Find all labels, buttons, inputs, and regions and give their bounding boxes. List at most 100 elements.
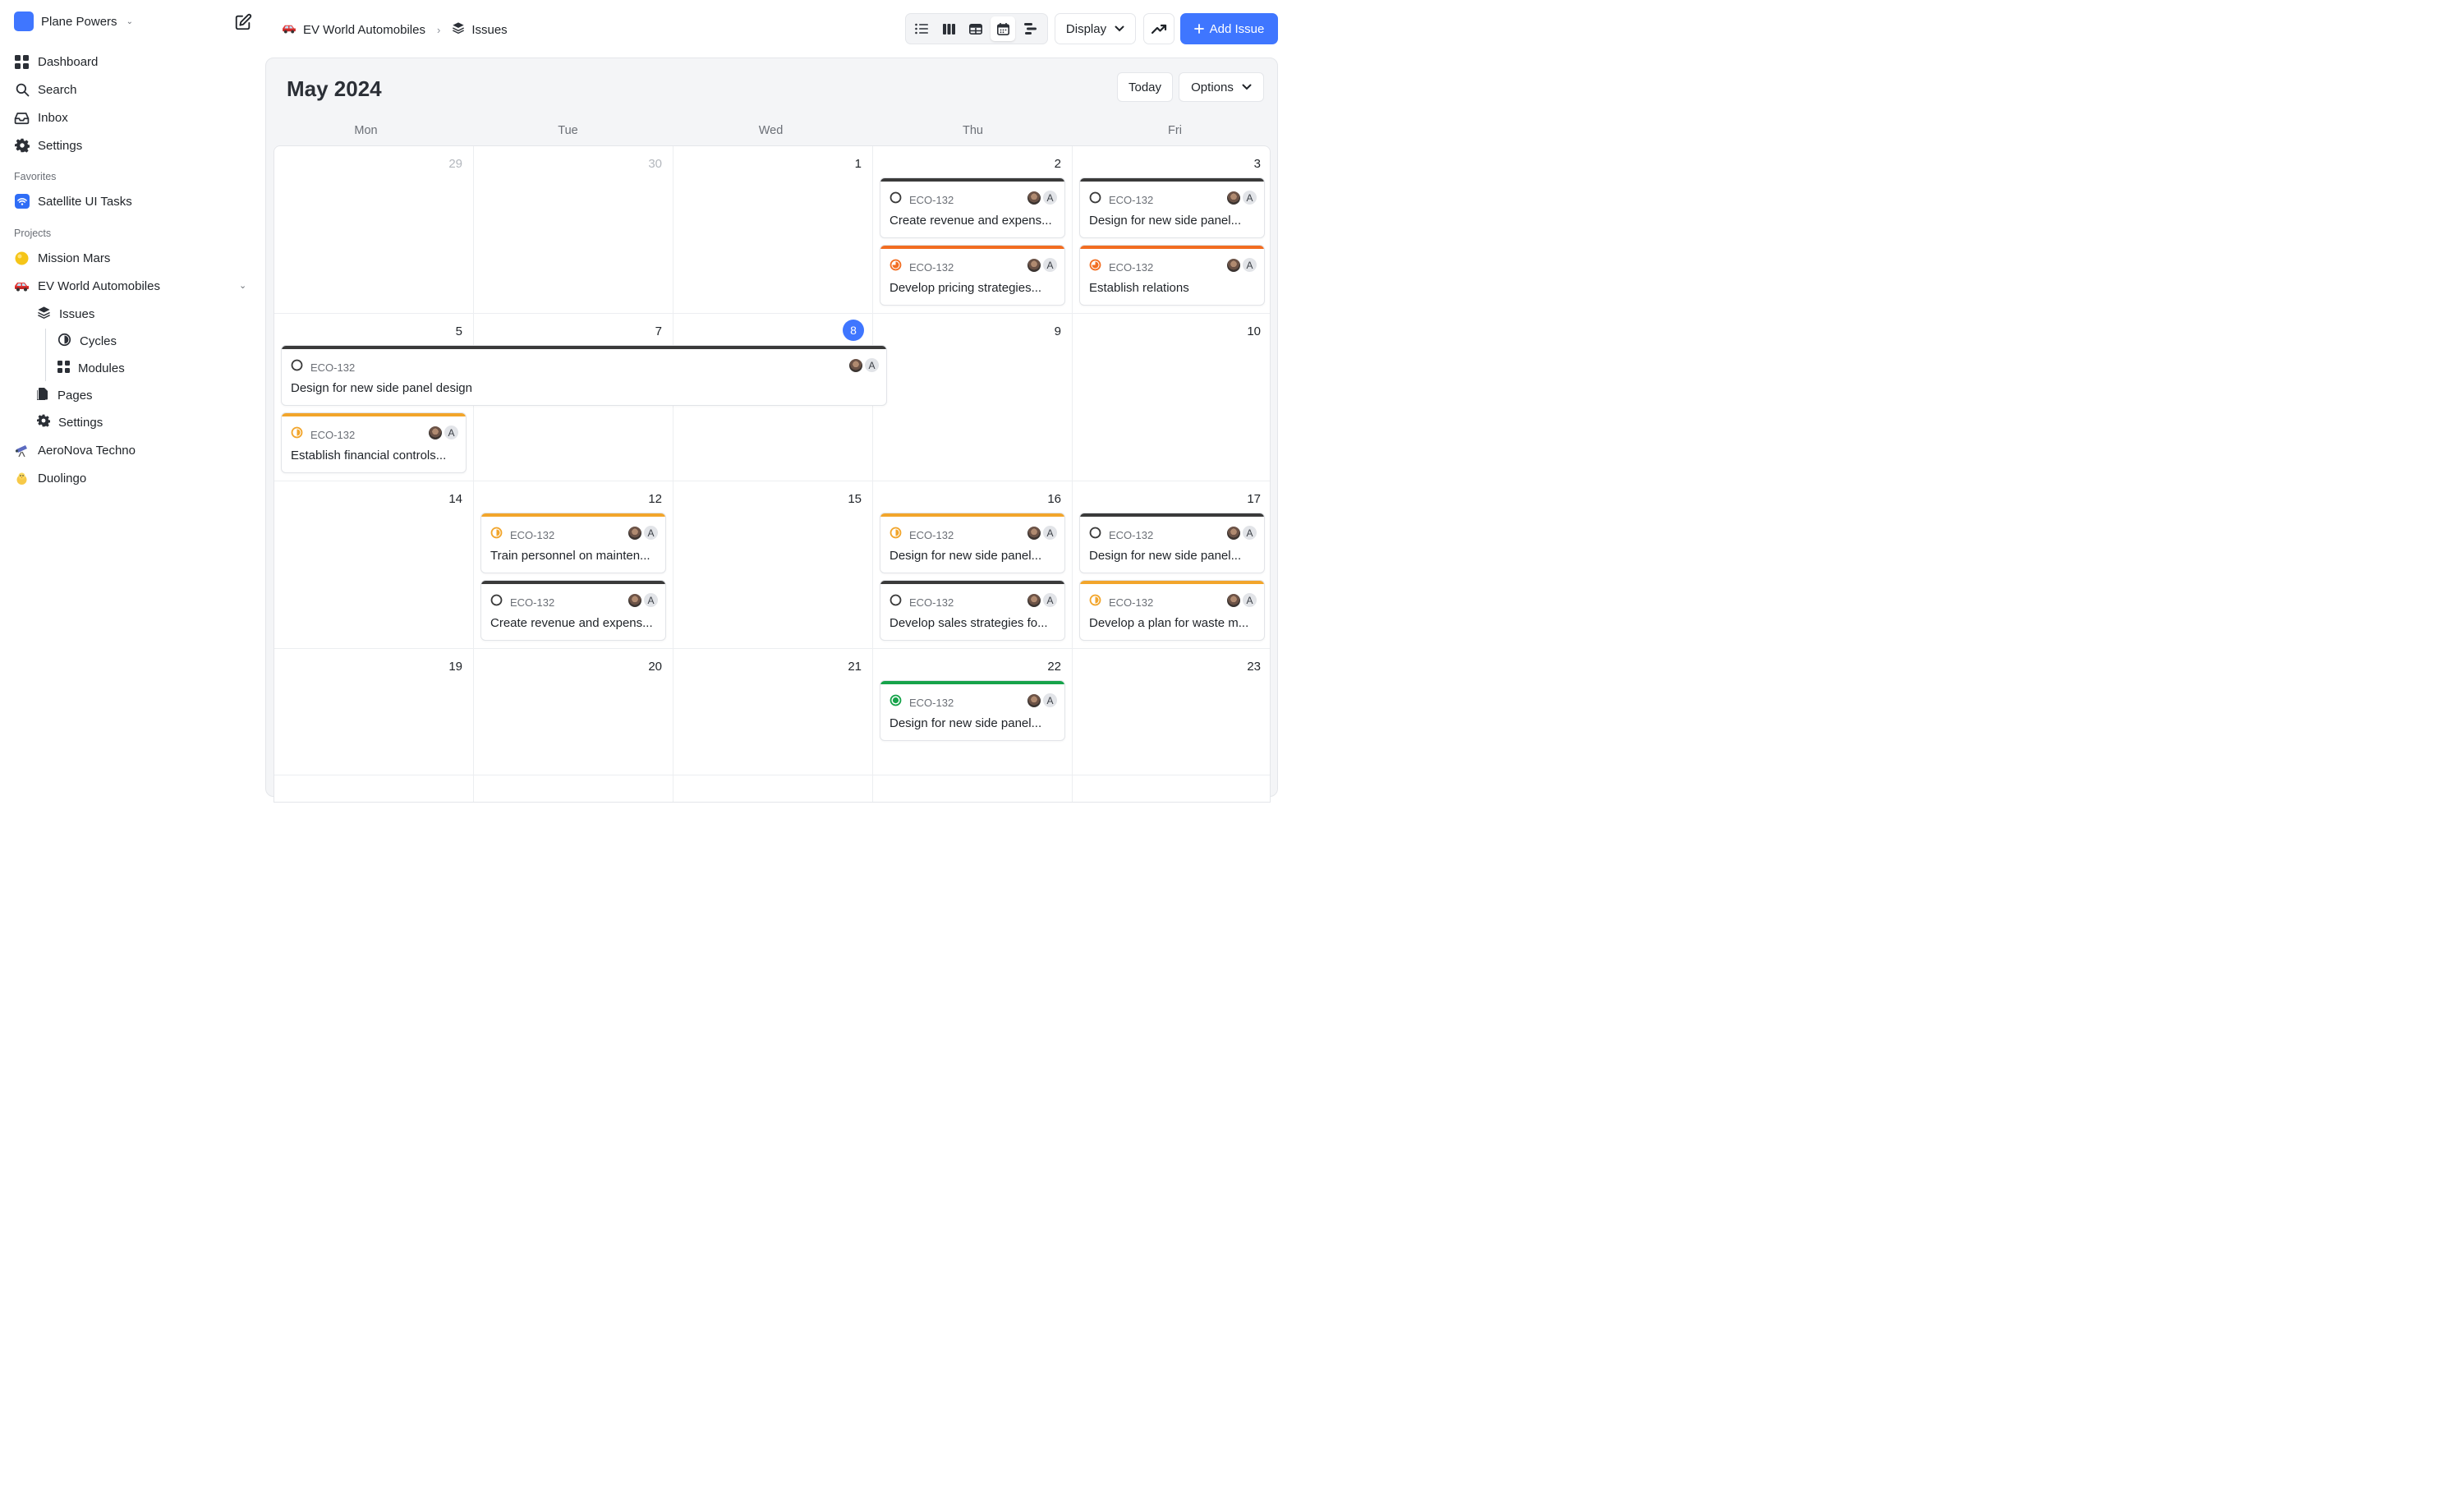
assignees: A (1027, 257, 1058, 273)
state-color-bar (1080, 513, 1264, 517)
day-number: 30 (648, 157, 662, 171)
avatar (1027, 257, 1041, 273)
spreadsheet-layout-icon[interactable] (963, 16, 988, 41)
sidebar-item-project-settings[interactable]: Settings (37, 412, 103, 432)
issue-meta: ECO-132 (890, 259, 954, 275)
issue-card[interactable]: ECO-132 A Design for new side panel... (1079, 513, 1265, 573)
avatar (848, 357, 863, 373)
nav-settings[interactable]: Settings (14, 136, 82, 155)
gantt-layout-icon[interactable] (1018, 16, 1042, 41)
assignees: A (627, 525, 659, 541)
todo-state-icon (890, 527, 902, 543)
breadcrumb-project[interactable]: EV World Automobiles (303, 23, 425, 37)
dashboard-icon (14, 54, 30, 70)
assignees: A (1226, 525, 1257, 541)
analytics-button[interactable] (1143, 13, 1175, 44)
day-number: 2 (1054, 157, 1061, 171)
divider (274, 648, 1270, 649)
gear-icon (37, 414, 51, 430)
issue-title: Create revenue and expens... (890, 214, 1052, 228)
today-button[interactable]: Today (1117, 72, 1173, 102)
issue-meta: ECO-132 (291, 359, 355, 375)
issue-meta: ECO-132 (890, 527, 954, 543)
issue-card[interactable]: ECO-132 A Establish relations (1079, 245, 1265, 306)
assignees: A (1027, 592, 1058, 608)
kanban-layout-icon[interactable] (936, 16, 961, 41)
issue-card[interactable]: ECO-132 A Create revenue and expens... (480, 580, 666, 641)
month-title: May 2024 (287, 76, 382, 101)
trending-up-icon (1151, 24, 1166, 34)
issue-title: Design for new side panel... (1089, 549, 1242, 563)
issue-card[interactable]: ECO-132 A Develop pricing strategies... (880, 245, 1065, 306)
options-label: Options (1191, 80, 1234, 94)
contrast-icon (57, 333, 71, 350)
options-button[interactable]: Options (1179, 72, 1264, 102)
project-aeronova-techno[interactable]: AeroNova Techno (14, 440, 136, 460)
workspace-name: Plane Powers (41, 14, 117, 29)
day-number: 19 (448, 660, 462, 674)
sidebar-item-issues[interactable]: Issues (37, 304, 94, 324)
sidebar-item-pages[interactable]: Pages (36, 385, 93, 405)
layers-icon (452, 21, 465, 38)
avatar (627, 525, 642, 541)
nav-dashboard[interactable]: Dashboard (14, 52, 98, 71)
avatar (1226, 525, 1241, 541)
issue-card[interactable]: ECO-132 A Create revenue and expens... (880, 177, 1065, 238)
add-issue-button[interactable]: Add Issue (1180, 13, 1278, 44)
issue-card[interactable]: ECO-132 A Develop a plan for waste m... (1079, 580, 1265, 641)
breadcrumb-page[interactable]: Issues (471, 23, 507, 37)
issue-meta: ECO-132 (490, 594, 554, 610)
issue-id: ECO-132 (909, 193, 954, 206)
nav-search[interactable]: Search (14, 80, 77, 99)
issue-card[interactable]: ECO-132 A Design for new side panel... (880, 680, 1065, 741)
backlog-state-icon (890, 594, 902, 610)
issue-title: Design for new side panel... (1089, 214, 1242, 228)
issue-card[interactable]: ECO-132 A Design for new side panel... (880, 513, 1065, 573)
issue-title: Design for new side panel... (890, 549, 1042, 563)
breadcrumb: EV World Automobiles › Issues (282, 20, 508, 39)
project-duolingo[interactable]: Duolingo (14, 468, 86, 488)
backlog-state-icon (1089, 527, 1101, 543)
favorite-satellite-ui-tasks[interactable]: Satellite UI Tasks (14, 191, 132, 211)
project-ev-world-automobiles[interactable]: EV World Automobiles (14, 276, 160, 296)
chevron-down-icon[interactable]: ⌄ (239, 280, 246, 291)
sidebar-item-modules[interactable]: Modules (57, 358, 125, 378)
issue-card[interactable]: ECO-132 A Design for new side panel design (281, 345, 887, 406)
state-color-bar (880, 178, 1064, 182)
issue-title: Create revenue and expens... (490, 616, 653, 630)
issue-card[interactable]: ECO-132 A Develop sales strategies fo... (880, 580, 1065, 641)
issue-card[interactable]: ECO-132 A Train personnel on mainten... (480, 513, 666, 573)
issue-title: Establish financial controls... (291, 449, 447, 462)
sidebar-item-cycles[interactable]: Cycles (57, 331, 117, 351)
issue-title: Design for new side panel... (890, 716, 1042, 730)
favorite-label: Satellite UI Tasks (38, 194, 132, 209)
state-color-bar (481, 581, 665, 584)
state-color-bar (1080, 178, 1264, 182)
chevron-right-icon: › (436, 23, 441, 36)
issue-id: ECO-132 (909, 528, 954, 541)
display-button[interactable]: Display (1055, 13, 1136, 44)
nav-inbox[interactable]: Inbox (14, 108, 68, 127)
avatar (1226, 592, 1241, 608)
day-number: 14 (448, 492, 462, 506)
project-label: Duolingo (38, 471, 87, 485)
issue-card[interactable]: ECO-132 A Establish financial controls... (281, 412, 467, 473)
calendar-layout-icon[interactable] (991, 16, 1015, 41)
inbox-icon (14, 110, 30, 126)
day-number: 23 (1247, 660, 1261, 674)
workspace-switcher[interactable]: Plane Powers ⌄ (14, 12, 133, 31)
issue-meta: ECO-132 (490, 527, 554, 543)
state-color-bar (880, 581, 1064, 584)
compose-icon[interactable] (234, 13, 252, 31)
assignees: A (1226, 592, 1257, 608)
list-layout-icon[interactable] (909, 16, 934, 41)
divider (274, 313, 1270, 314)
weekday-header: Fri (1168, 124, 1182, 137)
backlog-state-icon (1089, 191, 1101, 208)
state-color-bar (880, 513, 1064, 517)
favorites-heading: Favorites (14, 171, 57, 182)
divider (1072, 146, 1073, 802)
issue-card[interactable]: ECO-132 A Design for new side panel... (1079, 177, 1265, 238)
state-color-bar (880, 246, 1064, 249)
project-mission-mars[interactable]: Mission Mars (14, 248, 110, 268)
